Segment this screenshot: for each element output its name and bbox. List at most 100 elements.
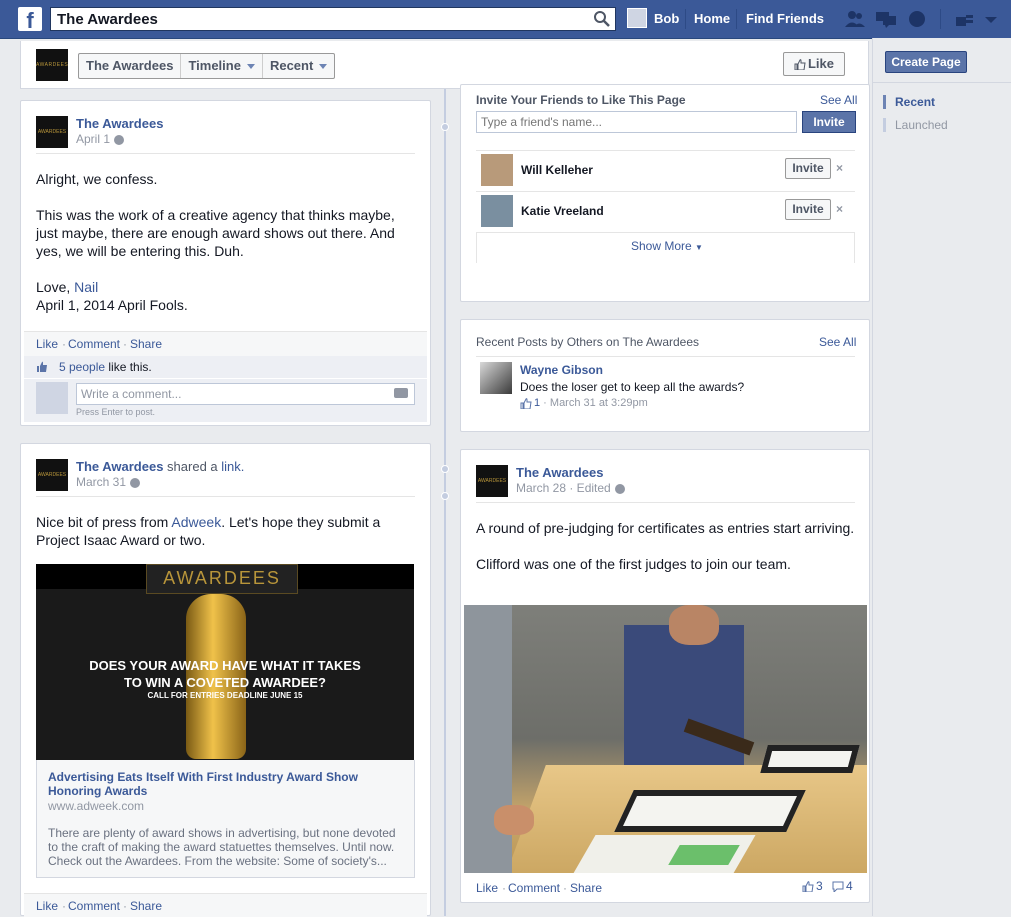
find-friends-link[interactable]: Find Friends [746,11,824,26]
invite-friend-button[interactable]: Invite [785,199,831,220]
post-author-avatar[interactable]: AWARDEES [36,116,68,148]
nav-divider [940,9,941,29]
rail-item-recent[interactable]: Recent [883,95,935,109]
adweek-link[interactable]: Adweek [171,514,221,530]
close-icon[interactable]: × [836,202,843,216]
recent-post-text: Does the loser get to keep all the award… [520,380,745,394]
link-preview[interactable]: Advertising Eats Itself With First Indus… [36,760,415,878]
like-action[interactable]: Like [36,899,58,913]
recent-dropdown[interactable]: Recent [263,54,334,78]
divider [36,153,415,154]
friend-requests-icon[interactable] [845,10,865,28]
invite-title: Invite Your Friends to Like This Page [476,93,686,107]
thumbs-up-icon [37,361,47,372]
likes-summary: 5 people like this. [24,356,427,378]
comment-action[interactable]: Comment [508,881,560,895]
friend-name[interactable]: Will Kelleher [521,163,593,177]
press-enter-hint: Press Enter to post. [76,407,156,417]
globe-icon [614,483,625,494]
user-name-link[interactable]: Bob [654,11,679,26]
invite-submit-button[interactable]: Invite [802,111,856,133]
share-action[interactable]: Share [130,337,162,351]
friend-avatar[interactable] [481,195,513,227]
divider [36,496,415,497]
page-nav-buttons: The Awardees Timeline Recent [78,53,336,79]
search-icon[interactable] [593,10,611,28]
timeline-dropdown[interactable]: Timeline [181,54,263,78]
mention-link[interactable]: Nail [74,279,98,295]
like-action[interactable]: Like [36,337,58,351]
certificate-frame [760,745,860,773]
rail-item-launched[interactable]: Launched [883,118,948,132]
settings-chevron-down-icon[interactable] [981,10,1001,28]
comment-action[interactable]: Comment [68,899,120,913]
notifications-globe-icon[interactable] [907,10,927,28]
invite-friend-button[interactable]: Invite [785,158,831,179]
globe-icon [130,477,141,488]
close-icon[interactable]: × [836,161,843,175]
chevron-down-icon: ▼ [695,243,703,252]
nav-divider [685,9,686,29]
comment-count[interactable]: 4 [832,879,853,893]
poster-avatar[interactable] [480,362,512,394]
timeline-spine [444,89,446,916]
chevron-down-icon [319,64,328,70]
friend-name[interactable]: Katie Vreeland [521,204,604,218]
page-like-button[interactable]: Like [783,52,845,76]
link-domain: www.adweek.com [48,799,145,813]
page-thumbnail[interactable]: AWARDEES [36,49,68,81]
likers-link[interactable]: 5 people [59,360,105,374]
share-action[interactable]: Share [130,899,162,913]
poster-name[interactable]: Wayne Gibson [520,363,603,377]
friend-avatar[interactable] [481,154,513,186]
comment-composer: Write a comment... Press Enter to post. [24,379,427,422]
thumbs-up-icon [520,397,532,409]
show-more-link[interactable]: Show More ▼ [631,239,703,253]
page-name-button[interactable]: The Awardees [79,54,182,78]
facebook-logo-icon[interactable]: f [18,7,42,33]
comment-bubble-icon [832,881,844,893]
nav-divider [736,9,737,29]
like-action[interactable]: Like [476,881,498,895]
invite-see-all-link[interactable]: See All [820,93,857,107]
messages-icon[interactable] [876,10,896,28]
friend-name-input[interactable] [476,111,797,133]
thumbs-up-icon [794,59,806,71]
like-count[interactable]: 3 [802,879,823,893]
chevron-down-icon [246,64,255,70]
post-body: A round of pre-judging for certificates … [476,520,855,572]
share-action[interactable]: Share [570,881,602,895]
certificate-frame [614,790,806,832]
post-body: Nice bit of press from Adweek. Let's hop… [36,514,381,548]
user-avatar[interactable] [627,8,647,28]
search-input[interactable]: The Awardees [50,7,616,31]
rail-divider [872,82,1011,83]
link-preview-image[interactable]: AWARDEES DOES YOUR AWARD HAVE WHAT IT TA… [36,564,414,760]
post-author-avatar[interactable]: AWARDEES [476,465,508,497]
post-author-avatar[interactable]: AWARDEES [36,459,68,491]
post-date[interactable]: March 28 · Edited [516,481,625,495]
privacy-lock-icon[interactable] [954,10,974,28]
create-page-button[interactable]: Create Page [885,51,967,73]
post-actions: Like · Comment · Share [24,893,427,917]
post-date[interactable]: April 1 [76,132,125,146]
timeline-dot [441,492,449,500]
post-author-name[interactable]: The Awardees [76,116,163,131]
divider [476,191,855,192]
post-date[interactable]: March 31 [76,475,141,489]
comment-input[interactable]: Write a comment... [76,383,415,405]
divider [476,356,855,357]
link-title[interactable]: Advertising Eats Itself With First Indus… [48,770,398,798]
right-rail [872,38,1011,916]
divider [476,502,855,503]
thumbs-up-icon [802,881,814,893]
commenter-avatar [36,382,68,414]
home-link[interactable]: Home [694,11,730,26]
post-author-name[interactable]: The Awardees [76,459,163,474]
shared-link[interactable]: link. [221,459,244,474]
camera-icon[interactable] [394,388,408,398]
post-author-name[interactable]: The Awardees [516,465,603,480]
recent-posts-see-all-link[interactable]: See All [819,335,856,349]
post-photo[interactable] [464,605,867,873]
comment-action[interactable]: Comment [68,337,120,351]
